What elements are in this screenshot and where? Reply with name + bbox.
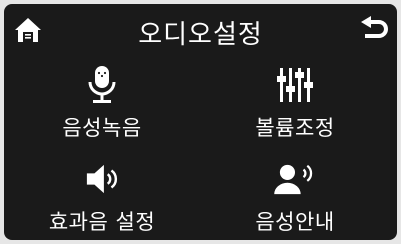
menu-item-voice-guidance[interactable]: 음성안내	[205, 152, 385, 236]
menu-label: 음성안내	[255, 210, 335, 234]
equalizer-sliders-icon	[277, 68, 313, 102]
voice-guide-person-icon	[274, 164, 313, 195]
menu-label: 효과음 설정	[48, 210, 156, 234]
header-bar: 오디오설정	[4, 4, 397, 56]
page-title: 오디오설정	[138, 20, 263, 50]
menu-label: 음성녹음	[62, 116, 142, 140]
menu-item-volume-adjust[interactable]: 볼륨조정	[205, 58, 385, 142]
menu-item-sound-effect-settings[interactable]: 효과음 설정	[12, 152, 192, 236]
speaker-icon	[86, 164, 118, 194]
audio-settings-screen: 오디오설정 음성녹음 볼륨조정 효과음 설정 음성안내	[4, 4, 397, 240]
menu-label: 볼륨조정	[255, 116, 335, 140]
menu-item-voice-recording[interactable]: 음성녹음	[12, 58, 192, 142]
back-arrow-icon[interactable]	[359, 16, 389, 44]
microphone-icon	[88, 66, 116, 103]
